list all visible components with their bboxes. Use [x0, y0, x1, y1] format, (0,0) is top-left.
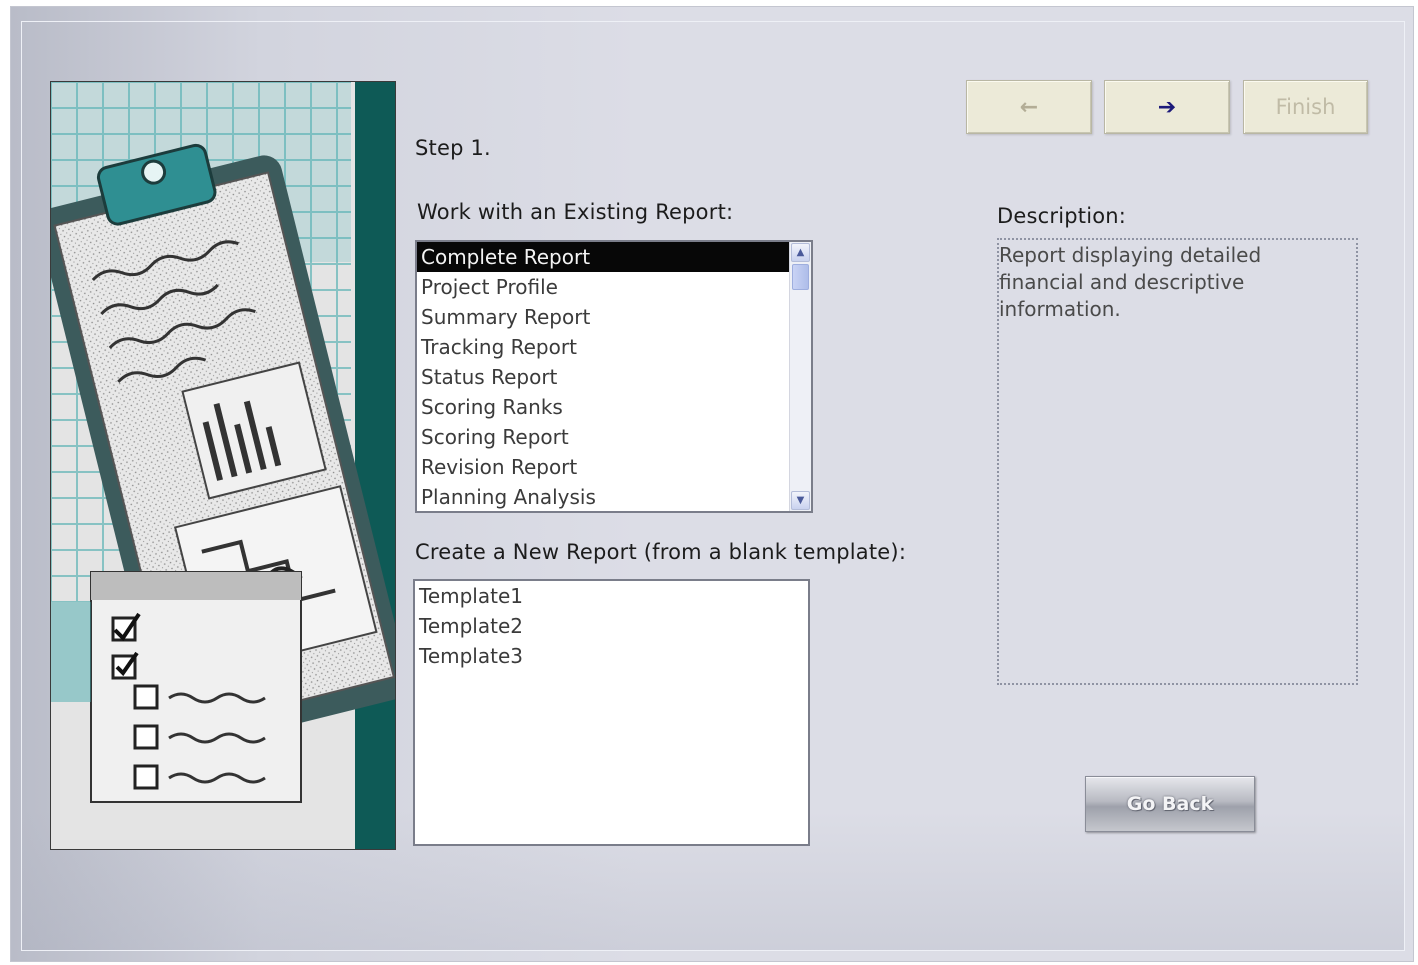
- new-report-label: Create a New Report (from a blank templa…: [415, 540, 907, 564]
- description-text: Report displaying detailed financial and…: [999, 243, 1262, 321]
- existing-report-label: Work with an Existing Report:: [417, 200, 734, 224]
- clipboard-illustration: [50, 81, 396, 850]
- left-arrow-icon: ←: [1019, 94, 1039, 120]
- report-list-item[interactable]: Planning Analysis: [417, 482, 789, 511]
- finish-button[interactable]: Finish: [1243, 80, 1368, 134]
- report-list-item[interactable]: Scoring Report: [417, 422, 789, 452]
- report-list-item[interactable]: Complete Report: [417, 242, 789, 272]
- description-label: Description:: [997, 204, 1127, 228]
- finish-label: Finish: [1275, 95, 1336, 119]
- next-button[interactable]: ➔: [1104, 80, 1230, 134]
- report-list-item[interactable]: Summary Report: [417, 302, 789, 332]
- report-list-scrollbar[interactable]: ▲ ▼: [789, 242, 811, 511]
- scroll-thumb[interactable]: [792, 264, 809, 290]
- existing-report-list[interactable]: Complete Report Project Profile Summary Re…: [415, 240, 813, 513]
- report-list-item[interactable]: Revision Report: [417, 452, 789, 482]
- right-arrow-icon: ➔: [1157, 94, 1177, 120]
- back-button[interactable]: ←: [966, 80, 1092, 134]
- template-list-item[interactable]: Template3: [415, 641, 808, 671]
- report-list-item[interactable]: Tracking Report: [417, 332, 789, 362]
- description-box: Report displaying detailed financial and…: [997, 238, 1358, 685]
- template-list[interactable]: Template1 Template2 Template3: [413, 579, 810, 846]
- scroll-down-icon[interactable]: ▼: [791, 491, 810, 510]
- report-list-item[interactable]: Status Report: [417, 362, 789, 392]
- step-label: Step 1.: [415, 136, 491, 160]
- report-list-item[interactable]: Scoring Ranks: [417, 392, 789, 422]
- report-list-item[interactable]: Project Profile: [417, 272, 789, 302]
- scroll-up-icon[interactable]: ▲: [791, 243, 810, 262]
- template-list-item[interactable]: Template1: [415, 581, 808, 611]
- go-back-button[interactable]: Go Back: [1085, 776, 1255, 832]
- template-list-item[interactable]: Template2: [415, 611, 808, 641]
